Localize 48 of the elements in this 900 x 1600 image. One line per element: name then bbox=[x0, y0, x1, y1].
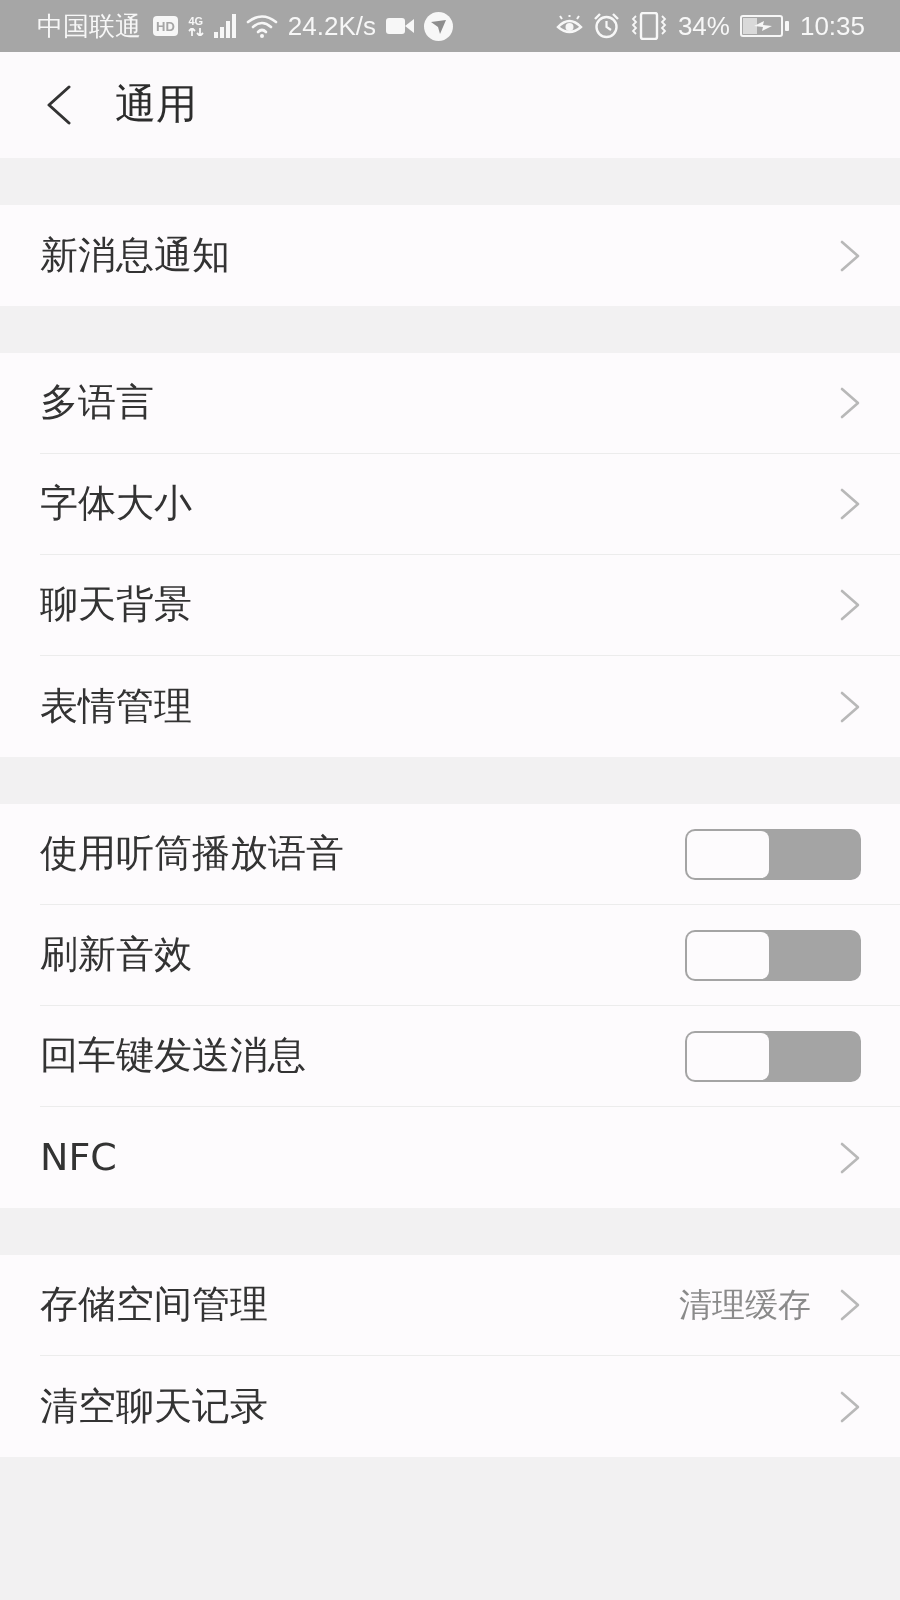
vibrate-icon bbox=[629, 12, 668, 40]
chevron-right-icon bbox=[839, 488, 861, 520]
battery-percentage: 34% bbox=[677, 11, 730, 41]
settings-row[interactable]: NFC bbox=[0, 1107, 900, 1208]
setting-label: NFC bbox=[40, 1135, 117, 1180]
chevron-right-icon bbox=[839, 1390, 861, 1423]
settings-row[interactable]: 聊天背景 bbox=[0, 555, 900, 656]
network-speed: 24.2K/s bbox=[287, 11, 376, 41]
chevron-right-icon bbox=[839, 239, 861, 272]
chevron-right-icon bbox=[839, 1289, 861, 1321]
toggle-switch[interactable] bbox=[685, 828, 861, 880]
page-title: 通用 bbox=[115, 82, 197, 128]
hd-badge: HD bbox=[153, 16, 178, 36]
setting-label: 多语言 bbox=[40, 381, 154, 425]
setting-label: 回车键发送消息 bbox=[40, 1034, 306, 1078]
chevron-right-icon bbox=[839, 387, 861, 419]
data-arrows-icon bbox=[187, 28, 204, 36]
settings-row[interactable]: 存储空间管理 清理缓存 bbox=[0, 1255, 900, 1356]
toggle-switch[interactable] bbox=[685, 929, 861, 981]
alarm-clock-icon bbox=[592, 13, 620, 39]
setting-label: 聊天背景 bbox=[40, 583, 192, 627]
network-type-label: 4G bbox=[188, 16, 204, 27]
clock-time: 10:35 bbox=[799, 11, 865, 41]
settings-row[interactable]: 新消息通知 bbox=[0, 205, 900, 306]
circle-logo-icon bbox=[423, 11, 453, 41]
setting-label: 字体大小 bbox=[40, 482, 192, 526]
chevron-right-icon bbox=[839, 690, 861, 723]
settings-row[interactable]: 多语言 bbox=[0, 353, 900, 454]
setting-label: 表情管理 bbox=[40, 684, 192, 729]
video-camera-icon bbox=[385, 17, 414, 35]
back-chevron-icon bbox=[45, 85, 72, 125]
setting-label: 清空聊天记录 bbox=[40, 1384, 268, 1429]
wifi-icon bbox=[245, 14, 278, 38]
settings-row[interactable]: 清空聊天记录 bbox=[0, 1356, 900, 1457]
carrier-name: 中国联通 bbox=[37, 11, 141, 41]
setting-label: 刷新音效 bbox=[40, 933, 192, 977]
settings-row[interactable]: 表情管理 bbox=[0, 656, 900, 757]
setting-label: 存储空间管理 bbox=[40, 1283, 268, 1327]
chevron-right-icon bbox=[839, 1141, 861, 1174]
battery-charging-icon bbox=[739, 15, 790, 37]
back-button[interactable] bbox=[45, 85, 72, 125]
signal-icon bbox=[213, 14, 236, 38]
setting-label: 新消息通知 bbox=[40, 233, 230, 278]
settings-row[interactable]: 字体大小 bbox=[0, 454, 900, 555]
setting-value: 清理缓存 bbox=[679, 1286, 811, 1324]
toggle-switch[interactable] bbox=[685, 1030, 861, 1082]
setting-label: 使用听筒播放语音 bbox=[40, 832, 344, 876]
chevron-right-icon bbox=[839, 589, 861, 621]
